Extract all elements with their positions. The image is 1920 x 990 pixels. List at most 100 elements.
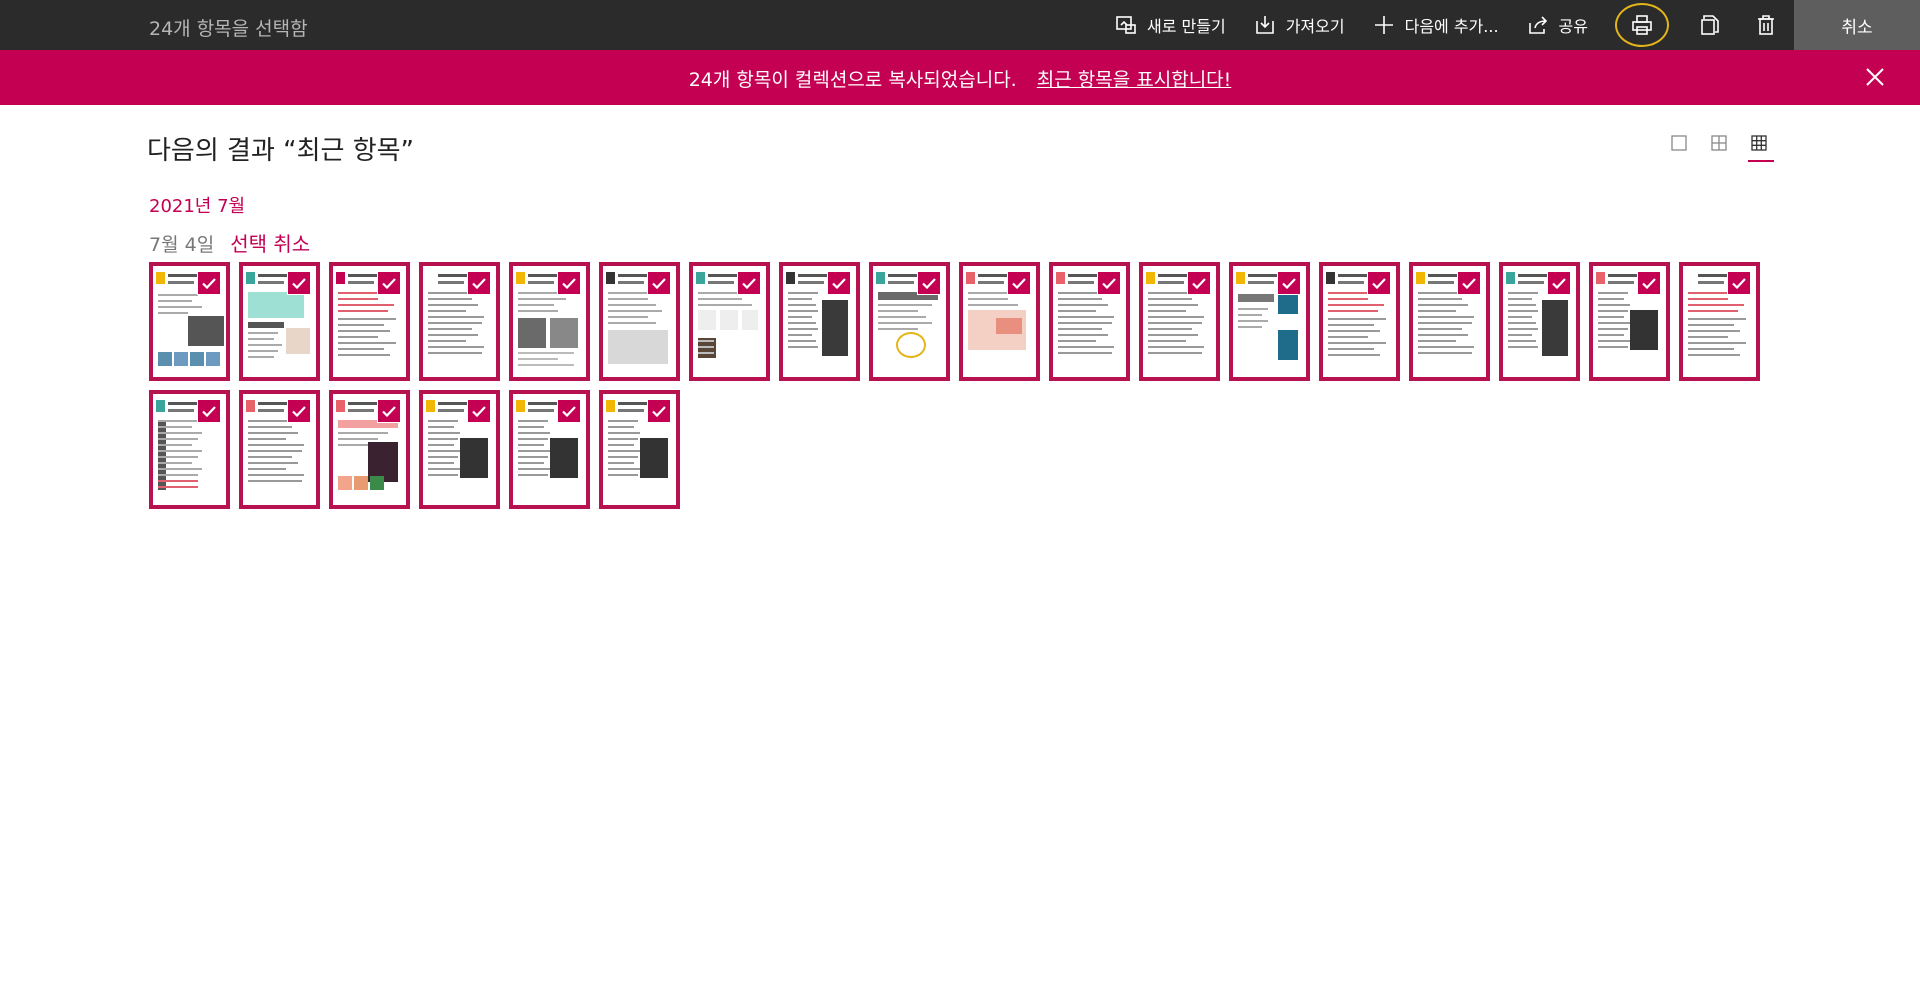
selected-checkbox[interactable] xyxy=(647,399,671,423)
selected-checkbox[interactable] xyxy=(197,399,221,423)
text-line xyxy=(428,456,458,458)
page-image xyxy=(550,438,578,478)
selected-checkbox[interactable] xyxy=(1187,271,1211,295)
selected-checkbox[interactable] xyxy=(917,271,941,295)
page-title-line xyxy=(978,274,1008,277)
text-line xyxy=(1328,318,1386,320)
banner-message-row: 24개 항목이 컬렉션으로 복사되었습니다. 최근 항목을 표시합니다! xyxy=(0,65,1920,92)
thumbnail-item[interactable] xyxy=(1679,262,1760,381)
text-line xyxy=(158,456,198,458)
thumbnail-item[interactable] xyxy=(329,262,410,381)
text-line xyxy=(518,450,550,452)
thumbnail-item[interactable] xyxy=(1049,262,1130,381)
selected-checkbox[interactable] xyxy=(287,399,311,423)
thumbnail-item[interactable] xyxy=(599,390,680,509)
selected-checkbox[interactable] xyxy=(1547,271,1571,295)
thumbnail-item[interactable] xyxy=(1319,262,1400,381)
thumbnail-item[interactable] xyxy=(1139,262,1220,381)
thumbnail-item[interactable] xyxy=(1589,262,1670,381)
selected-checkbox[interactable] xyxy=(557,399,581,423)
thumbnail-item[interactable] xyxy=(1499,262,1580,381)
text-line xyxy=(158,468,202,470)
deselect-link[interactable]: 선택 취소 xyxy=(230,228,310,257)
text-line xyxy=(248,438,286,440)
selected-checkbox[interactable] xyxy=(1007,271,1031,295)
thumbnail-item[interactable] xyxy=(1229,262,1310,381)
thumbnail-item[interactable] xyxy=(419,390,500,509)
selected-checkbox[interactable] xyxy=(197,271,221,295)
thumbnail-item[interactable] xyxy=(329,390,410,509)
page-title-line xyxy=(1248,274,1278,277)
selected-checkbox[interactable] xyxy=(377,399,401,423)
selected-checkbox[interactable] xyxy=(287,271,311,295)
text-line xyxy=(518,304,554,306)
selected-checkbox[interactable] xyxy=(1277,271,1301,295)
page-subtitle-line xyxy=(888,281,914,284)
selected-checkbox[interactable] xyxy=(827,271,851,295)
thumbnail-item[interactable] xyxy=(239,262,320,381)
selected-checkbox[interactable] xyxy=(557,271,581,295)
thumbnail-item[interactable] xyxy=(419,262,500,381)
text-line xyxy=(788,322,816,324)
text-line xyxy=(1148,334,1198,336)
page-subtitle-line xyxy=(1338,281,1364,284)
selected-checkbox[interactable] xyxy=(1727,271,1751,295)
small-grid-button[interactable] xyxy=(1748,134,1774,162)
page-subtitle-line xyxy=(528,409,554,412)
show-recent-link[interactable]: 최근 항목을 표시합니다! xyxy=(1037,69,1232,91)
text-line xyxy=(608,444,634,446)
delete-button[interactable] xyxy=(1738,0,1794,50)
cancel-button[interactable]: 취소 xyxy=(1794,0,1920,50)
page-subtitle-line xyxy=(168,409,194,412)
selected-checkbox[interactable] xyxy=(467,399,491,423)
selected-checkbox[interactable] xyxy=(647,271,671,295)
text-line xyxy=(1418,304,1468,306)
copy-button[interactable] xyxy=(1682,0,1738,50)
text-line xyxy=(428,334,478,336)
thumbnail-item[interactable] xyxy=(1409,262,1490,381)
text-line xyxy=(608,426,634,428)
selected-checkbox[interactable] xyxy=(1097,271,1121,295)
medium-grid-button[interactable] xyxy=(1710,134,1730,156)
thumbnail-item[interactable] xyxy=(149,262,230,381)
selected-checkbox[interactable] xyxy=(1367,271,1391,295)
text-line xyxy=(1598,316,1624,318)
page-number-badge xyxy=(1686,272,1695,284)
text-line xyxy=(338,438,378,440)
thumbnail-item[interactable] xyxy=(869,262,950,381)
selected-checkbox[interactable] xyxy=(467,271,491,295)
thumbnail-item[interactable] xyxy=(779,262,860,381)
medium-grid-icon xyxy=(1711,135,1727,151)
selected-checkbox[interactable] xyxy=(377,271,401,295)
thumbnail-item[interactable] xyxy=(239,390,320,509)
selected-checkbox[interactable] xyxy=(1637,271,1661,295)
import-button[interactable]: 가져오기 xyxy=(1240,0,1359,50)
share-button[interactable]: 공유 xyxy=(1513,0,1602,50)
page-title-line xyxy=(348,402,378,405)
text-line xyxy=(1328,324,1374,326)
text-line xyxy=(1688,354,1740,356)
create-new-button[interactable]: 새로 만들기 xyxy=(1101,0,1240,50)
add-to-button[interactable]: 다음에 추가... xyxy=(1359,0,1513,50)
page-title-line xyxy=(798,274,828,277)
text-line xyxy=(788,310,818,312)
thumbnail-item[interactable] xyxy=(599,262,680,381)
single-view-button[interactable] xyxy=(1670,134,1690,156)
page-subtitle-line xyxy=(618,409,644,412)
print-button[interactable] xyxy=(1602,0,1682,50)
checkmark-icon xyxy=(652,406,666,418)
thumbnail-item[interactable] xyxy=(509,262,590,381)
banner-close-button[interactable] xyxy=(1862,64,1888,90)
selected-checkbox[interactable] xyxy=(1457,271,1481,295)
thumbnail-item[interactable] xyxy=(959,262,1040,381)
checkmark-icon xyxy=(292,278,306,290)
text-line xyxy=(338,348,384,350)
text-line xyxy=(788,340,816,342)
text-line xyxy=(1328,348,1374,350)
thumbnail-item[interactable] xyxy=(509,390,590,509)
thumbnail-item[interactable] xyxy=(689,262,770,381)
page-image xyxy=(518,318,546,348)
text-line xyxy=(608,304,656,306)
thumbnail-item[interactable] xyxy=(149,390,230,509)
selected-checkbox[interactable] xyxy=(737,271,761,295)
